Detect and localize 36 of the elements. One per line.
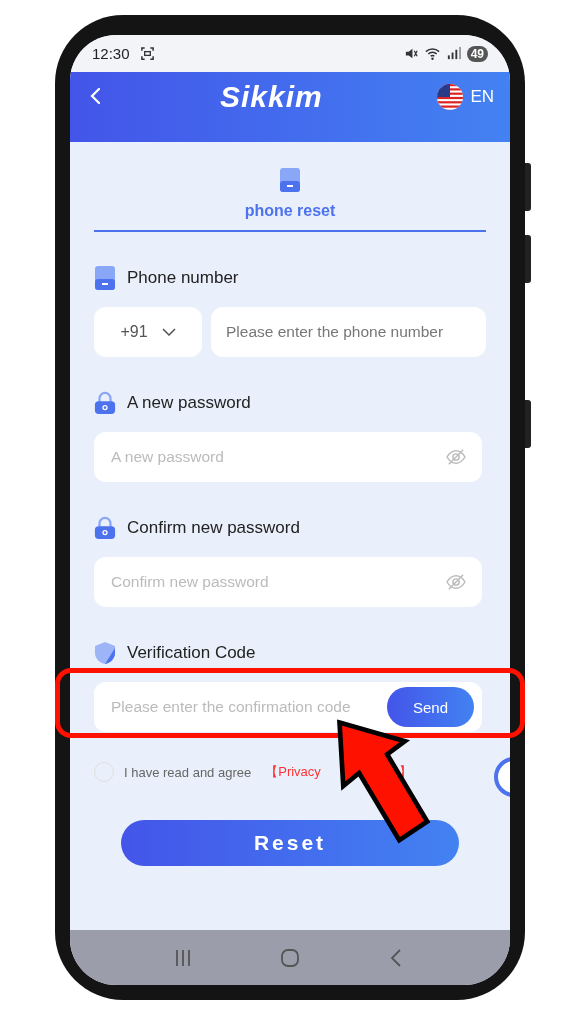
shield-icon: [94, 641, 116, 665]
password-input[interactable]: A new password: [109, 447, 445, 467]
home-icon[interactable]: [280, 947, 300, 968]
field-label: Phone number: [127, 268, 239, 288]
eye-off-icon[interactable]: [445, 448, 467, 466]
back-icon[interactable]: [90, 86, 102, 106]
lock-icon: [94, 516, 116, 540]
agree-checkbox[interactable]: [94, 762, 114, 782]
battery-level: 49: [466, 45, 488, 62]
wifi-icon: [424, 46, 440, 61]
field-label: A new password: [127, 393, 251, 413]
phone-input[interactable]: Please enter the phone number: [211, 307, 486, 357]
app-logo: Sikkim: [220, 80, 323, 114]
privacy-link[interactable]: 【Privacy: [265, 763, 321, 781]
lock-icon: [94, 391, 116, 415]
field-label: Verification Code: [127, 643, 256, 663]
status-time: 12:30: [92, 45, 130, 62]
password-field[interactable]: Confirm new password: [94, 557, 482, 607]
screenshot-icon: [139, 46, 155, 61]
code-field[interactable]: Please enter the confirmation code Send: [94, 682, 482, 732]
language-label[interactable]: EN: [470, 87, 494, 107]
phone-icon: [94, 266, 116, 290]
field-label: Confirm new password: [127, 518, 300, 538]
send-button[interactable]: Send: [387, 687, 474, 727]
password-input[interactable]: Confirm new password: [109, 572, 445, 592]
flag-icon[interactable]: [436, 83, 465, 111]
password-field[interactable]: A new password: [94, 432, 482, 482]
phone-reset-tab[interactable]: phone reset: [94, 142, 486, 232]
country-code-select[interactable]: +91: [94, 307, 202, 357]
signal-icon: [445, 46, 461, 61]
phone-icon: [280, 168, 300, 192]
reset-button[interactable]: Reset: [121, 820, 459, 866]
eye-off-icon[interactable]: [445, 573, 467, 591]
agreement-text: I have read and agree: [124, 764, 252, 780]
caret-icon[interactable]: [161, 328, 176, 336]
code-input[interactable]: Please enter the confirmation code: [109, 697, 387, 717]
